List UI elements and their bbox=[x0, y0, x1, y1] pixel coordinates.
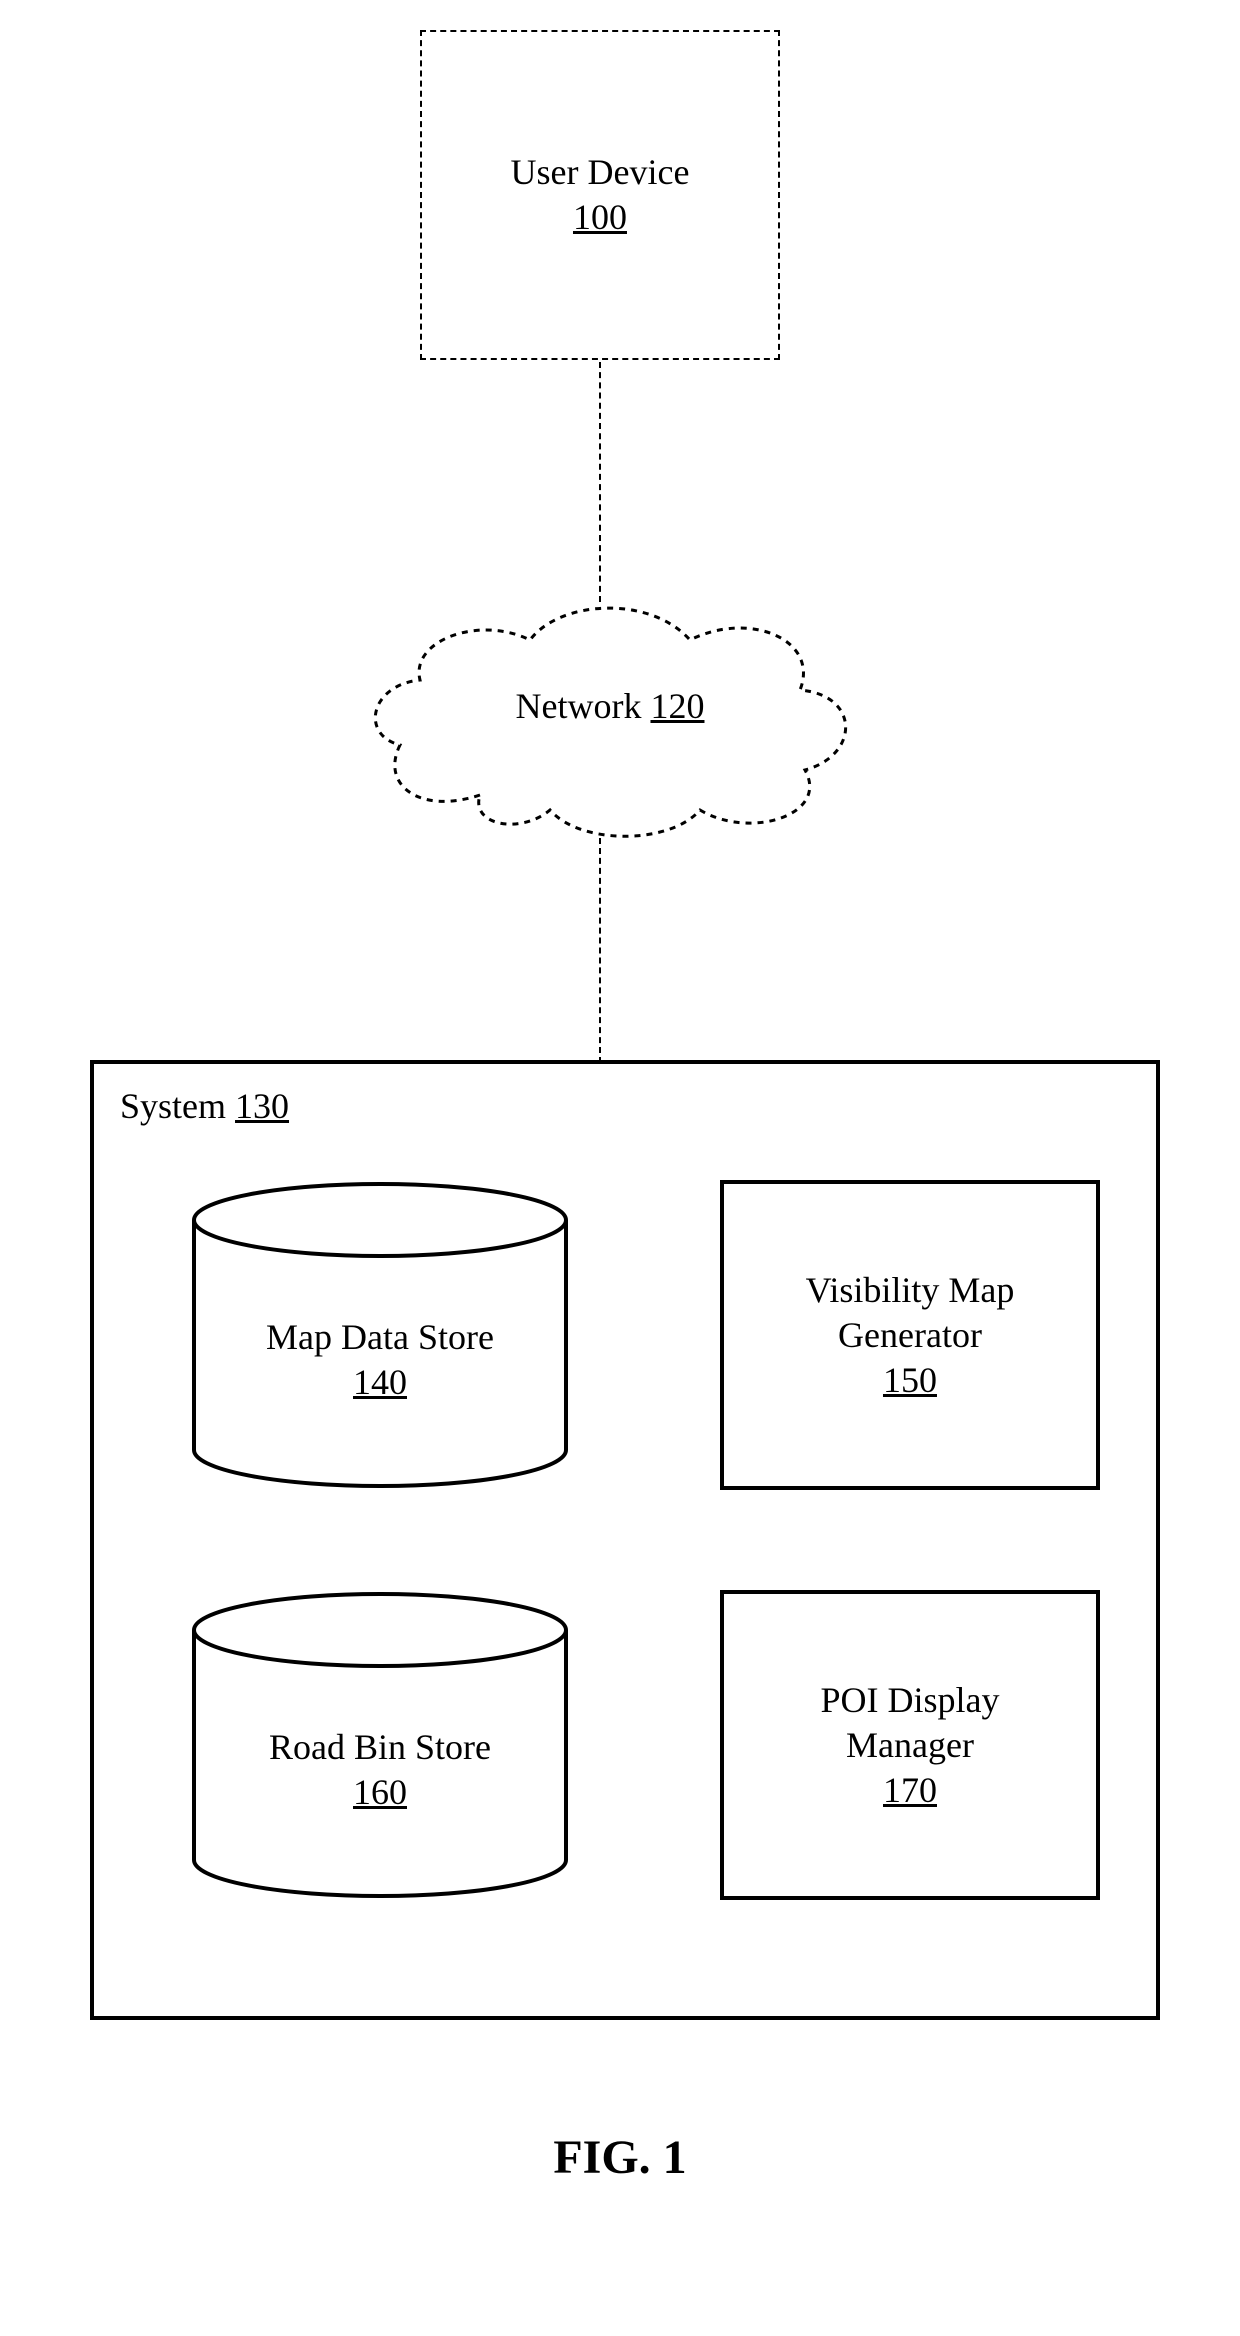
cylinder-icon bbox=[190, 1180, 570, 1490]
visibility-map-generator-ref: 150 bbox=[883, 1360, 937, 1400]
visibility-map-generator-label: Visibility Map Generator 150 bbox=[806, 1268, 1015, 1403]
visibility-map-generator-line2: Generator bbox=[838, 1315, 982, 1355]
network-ref: 120 bbox=[650, 686, 704, 726]
connector-userdevice-network bbox=[599, 362, 601, 602]
system-label: System 130 bbox=[120, 1085, 289, 1127]
figure-1-diagram: User Device 100 Network 120 System 130 bbox=[0, 0, 1240, 2336]
map-data-store-cylinder: Map Data Store 140 bbox=[190, 1180, 570, 1490]
network-text: Network bbox=[516, 686, 642, 726]
user-device-label: User Device 100 bbox=[511, 150, 690, 240]
poi-display-manager-block: POI Display Manager 170 bbox=[720, 1590, 1100, 1900]
cylinder-icon bbox=[190, 1590, 570, 1900]
figure-caption: FIG. 1 bbox=[0, 2130, 1240, 2185]
user-device-ref: 100 bbox=[573, 197, 627, 237]
road-bin-store-cylinder: Road Bin Store 160 bbox=[190, 1590, 570, 1900]
visibility-map-generator-block: Visibility Map Generator 150 bbox=[720, 1180, 1100, 1490]
system-ref: 130 bbox=[235, 1086, 289, 1126]
system-text: System bbox=[120, 1086, 226, 1126]
visibility-map-generator-line1: Visibility Map bbox=[806, 1270, 1015, 1310]
network-label: Network 120 bbox=[350, 685, 870, 727]
poi-display-manager-line2: Manager bbox=[846, 1725, 974, 1765]
poi-display-manager-line1: POI Display bbox=[821, 1680, 1000, 1720]
user-device-text: User Device bbox=[511, 152, 690, 192]
poi-display-manager-label: POI Display Manager 170 bbox=[821, 1678, 1000, 1813]
connector-network-system bbox=[599, 838, 601, 1063]
poi-display-manager-ref: 170 bbox=[883, 1770, 937, 1810]
user-device-block: User Device 100 bbox=[420, 30, 780, 360]
